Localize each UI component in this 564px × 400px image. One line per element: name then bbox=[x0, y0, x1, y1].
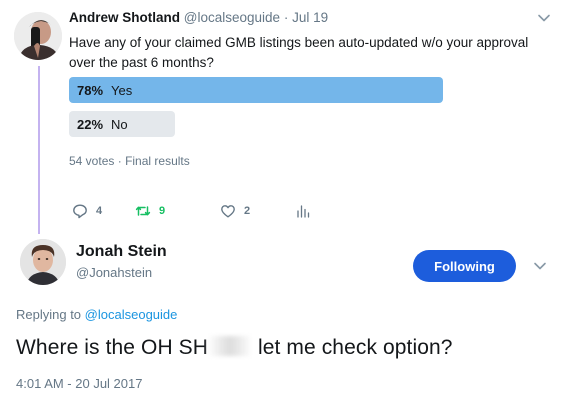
poll-percent: 78% bbox=[77, 82, 104, 98]
author-handle[interactable]: @Jonahstein bbox=[76, 265, 152, 280]
avatar-photo bbox=[20, 239, 66, 285]
separator-dot: · bbox=[117, 154, 122, 168]
reply-icon bbox=[73, 204, 87, 219]
retweet-button[interactable]: 9 bbox=[135, 203, 165, 219]
poll-option-yes: 78% Yes bbox=[69, 77, 443, 103]
analytics-button[interactable] bbox=[295, 203, 311, 219]
author-name[interactable]: Andrew Shotland bbox=[69, 10, 180, 25]
avatar-photo bbox=[14, 12, 62, 60]
tweet-text-part: let me check option? bbox=[257, 336, 453, 359]
tweet-text: Have any of your claimed GMB listings be… bbox=[69, 35, 529, 70]
censored-text bbox=[208, 336, 253, 356]
tweet-text: Where is the OH SH let me check option? bbox=[16, 336, 453, 360]
following-button[interactable]: Following bbox=[413, 250, 516, 282]
tweet-text-part: Where is the OH SH bbox=[16, 336, 209, 359]
reply-count: 4 bbox=[96, 205, 103, 217]
author-handle[interactable]: @localseoguide bbox=[184, 10, 280, 25]
like-count: 2 bbox=[244, 205, 251, 217]
reply-button[interactable]: 4 bbox=[72, 203, 102, 219]
poll-meta: 54 votes · Final results bbox=[69, 154, 190, 168]
heart-icon bbox=[221, 205, 235, 218]
replying-to: Replying to @localseoguide bbox=[16, 307, 177, 322]
analytics-icon bbox=[297, 205, 310, 218]
chevron-down-icon[interactable] bbox=[536, 10, 552, 26]
chevron-down-icon[interactable] bbox=[532, 258, 548, 274]
thread-connector-line bbox=[38, 66, 40, 234]
poll-label: Yes bbox=[111, 82, 133, 98]
tweet-timestamp[interactable]: 4:01 AM - 20 Jul 2017 bbox=[16, 376, 142, 391]
replying-to-label: Replying to bbox=[16, 307, 82, 322]
poll-option-no: 22% No bbox=[69, 111, 175, 137]
like-button[interactable]: 2 bbox=[220, 203, 250, 219]
retweet-icon bbox=[135, 206, 151, 216]
poll-status: Final results bbox=[125, 154, 190, 168]
parent-tweet-header: Andrew Shotland @localseoguide · Jul 19 bbox=[69, 10, 328, 25]
tweet-date[interactable]: Jul 19 bbox=[292, 10, 328, 25]
author-name[interactable]: Jonah Stein bbox=[76, 243, 167, 261]
separator-dot: · bbox=[283, 10, 289, 25]
poll-votes: 54 votes bbox=[69, 154, 115, 168]
avatar[interactable] bbox=[20, 239, 66, 285]
avatar[interactable] bbox=[14, 12, 62, 60]
poll-label: No bbox=[111, 116, 128, 132]
poll-percent: 22% bbox=[77, 116, 104, 132]
replying-to-mention[interactable]: @localseoguide bbox=[85, 307, 178, 322]
retweet-count: 9 bbox=[159, 205, 166, 217]
